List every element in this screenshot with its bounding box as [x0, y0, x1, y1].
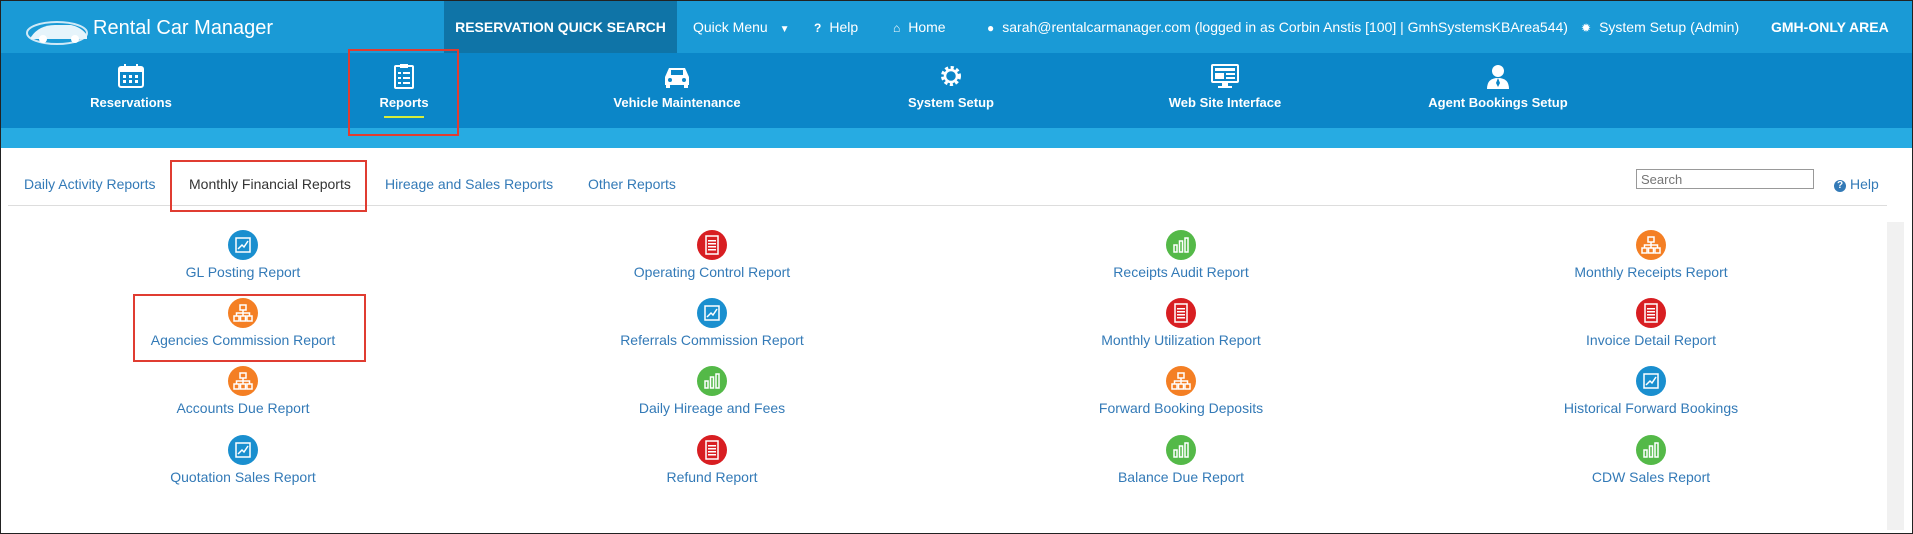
app-title[interactable]: Rental Car Manager — [93, 17, 273, 40]
home-nav-link[interactable]: ⌂ Home — [893, 1, 946, 53]
document-icon — [697, 435, 727, 465]
report-item-label: Accounts Due Report — [176, 400, 310, 416]
caret-down-icon: ▼ — [779, 24, 790, 35]
module-system-setup[interactable]: System Setup — [841, 63, 1061, 110]
report-item[interactable]: Historical Forward Bookings — [1491, 366, 1811, 416]
document-icon — [1636, 298, 1666, 328]
report-item[interactable]: Monthly Utilization Report — [1021, 298, 1341, 348]
bar-chart-icon — [697, 366, 727, 396]
module-reservations-label: Reservations — [90, 95, 172, 110]
module-bar: Reservations Reports Vehicle Maintenance… — [1, 53, 1912, 128]
gear-icon — [941, 66, 961, 86]
report-item-label: Monthly Utilization Report — [1101, 332, 1261, 348]
search-input[interactable] — [1636, 169, 1814, 189]
bar-chart-icon — [1166, 435, 1196, 465]
highlight-agencies-commission-report — [133, 294, 366, 362]
help-link[interactable]: ? Help — [1834, 176, 1879, 192]
module-agent-bookings-setup[interactable]: Agent Bookings Setup — [1388, 63, 1608, 110]
monitor-icon — [1211, 64, 1239, 88]
module-vehicle-maintenance-label: Vehicle Maintenance — [613, 95, 741, 110]
user-icon: ● — [987, 21, 995, 35]
report-item-label: Refund Report — [666, 469, 758, 485]
report-item[interactable]: Accounts Due Report — [83, 366, 403, 416]
report-item[interactable]: Receipts Audit Report — [1021, 230, 1341, 280]
org-chart-icon — [1636, 230, 1666, 260]
report-item[interactable]: GL Posting Report — [83, 230, 403, 280]
gear-icon: ✹ — [1581, 21, 1592, 35]
highlight-reports-module — [348, 49, 459, 136]
report-item[interactable]: Daily Hireage and Fees — [552, 366, 872, 416]
line-chart-icon — [228, 230, 258, 260]
tab-daily-activity-reports[interactable]: Daily Activity Reports — [24, 176, 155, 192]
question-icon: ? — [814, 21, 822, 35]
home-icon: ⌂ — [893, 21, 901, 35]
reservation-quick-search-button[interactable]: RESERVATION QUICK SEARCH — [444, 1, 677, 53]
module-vehicle-maintenance[interactable]: Vehicle Maintenance — [567, 63, 787, 110]
module-bar-stripe — [1, 128, 1912, 148]
line-chart-icon — [697, 298, 727, 328]
calendar-icon — [118, 64, 144, 88]
line-chart-icon — [228, 435, 258, 465]
tab-hireage-and-sales-reports[interactable]: Hireage and Sales Reports — [385, 176, 553, 192]
bar-chart-icon — [1636, 435, 1666, 465]
module-reservations[interactable]: Reservations — [21, 63, 241, 110]
org-chart-icon — [1166, 366, 1196, 396]
user-account-label: sarah@rentalcarmanager.com (logged in as… — [1002, 19, 1568, 35]
bar-chart-icon — [1166, 230, 1196, 260]
report-item-label: Quotation Sales Report — [170, 469, 316, 485]
help-nav-label: Help — [829, 19, 859, 35]
tab-other-reports[interactable]: Other Reports — [588, 176, 676, 192]
home-nav-label: Home — [908, 19, 946, 35]
report-item-label: Balance Due Report — [1117, 469, 1245, 485]
report-item[interactable]: Quotation Sales Report — [83, 435, 403, 485]
document-icon — [697, 230, 727, 260]
car-icon — [665, 68, 689, 88]
agent-user-icon — [1487, 65, 1509, 89]
report-item-label: Operating Control Report — [633, 264, 791, 280]
report-item-label: Forward Booking Deposits — [1098, 400, 1264, 416]
line-chart-icon — [1636, 366, 1666, 396]
help-link-label: Help — [1850, 176, 1879, 192]
module-web-site-interface[interactable]: Web Site Interface — [1115, 63, 1335, 110]
report-item-label: Referrals Commission Report — [620, 332, 804, 348]
vertical-scrollbar[interactable] — [1887, 222, 1904, 530]
help-circle-icon: ? — [1834, 180, 1846, 192]
module-system-setup-label: System Setup — [908, 95, 994, 110]
system-setup-admin-label: System Setup (Admin) — [1599, 19, 1740, 35]
report-item[interactable]: Monthly Receipts Report — [1491, 230, 1811, 280]
quick-menu-dropdown[interactable]: Quick Menu ▼ — [693, 1, 790, 53]
module-web-site-interface-label: Web Site Interface — [1168, 95, 1282, 110]
document-icon — [1166, 298, 1196, 328]
report-item[interactable]: Balance Due Report — [1021, 435, 1341, 485]
report-item[interactable]: Forward Booking Deposits — [1021, 366, 1341, 416]
report-item[interactable]: Referrals Commission Report — [552, 298, 872, 348]
report-item-label: Invoice Detail Report — [1586, 332, 1716, 348]
org-chart-icon — [228, 366, 258, 396]
quick-menu-label: Quick Menu — [693, 19, 768, 35]
report-item[interactable]: Operating Control Report — [552, 230, 872, 280]
report-item-label: CDW Sales Report — [1591, 469, 1711, 485]
user-account-link[interactable]: ● sarah@rentalcarmanager.com (logged in a… — [987, 1, 1568, 53]
help-nav-link[interactable]: ? Help — [814, 1, 858, 53]
top-bar: Rental Car Manager RESERVATION QUICK SEA… — [1, 1, 1912, 53]
module-agent-bookings-setup-label: Agent Bookings Setup — [1428, 95, 1568, 110]
report-item-label: GL Posting Report — [185, 264, 301, 280]
car-logo-icon — [26, 21, 88, 45]
report-item-label: Monthly Receipts Report — [1574, 264, 1728, 280]
highlight-monthly-financial-tab — [170, 160, 367, 212]
report-item-label: Receipts Audit Report — [1113, 264, 1249, 280]
report-item-label: Daily Hireage and Fees — [638, 400, 786, 416]
gmh-only-area-link[interactable]: GMH-ONLY AREA — [1771, 1, 1889, 53]
system-setup-admin-link[interactable]: ✹ System Setup (Admin) — [1581, 1, 1739, 53]
report-item[interactable]: Refund Report — [552, 435, 872, 485]
report-item[interactable]: CDW Sales Report — [1491, 435, 1811, 485]
report-item-label: Historical Forward Bookings — [1563, 400, 1739, 416]
report-item[interactable]: Invoice Detail Report — [1491, 298, 1811, 348]
